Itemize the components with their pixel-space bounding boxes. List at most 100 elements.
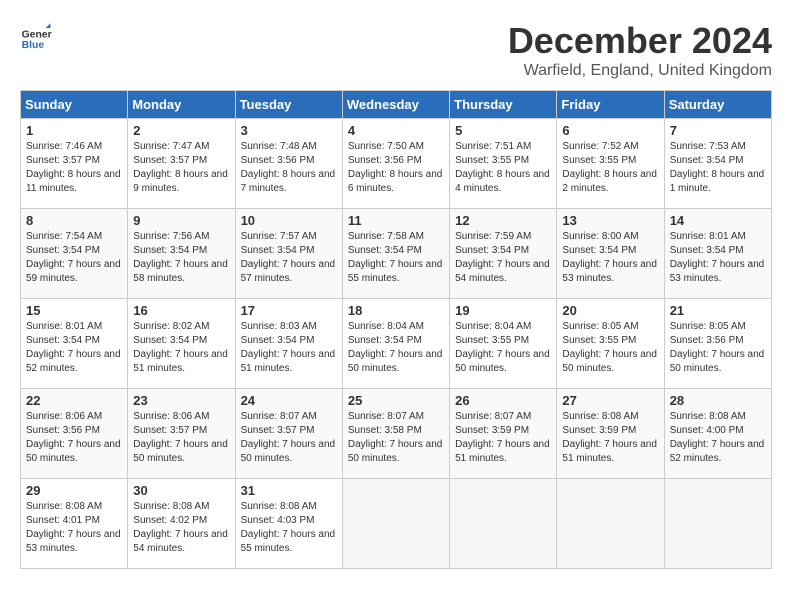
day-info: Sunrise: 8:06 AMSunset: 3:57 PMDaylight:… bbox=[133, 410, 229, 466]
calendar-cell: 23Sunrise: 8:06 AMSunset: 3:57 PMDayligh… bbox=[128, 389, 235, 479]
column-header-thursday: Thursday bbox=[450, 91, 557, 119]
week-row-3: 15 Sunrise: 8:01 AMSunset: 3:54 PMDayligh… bbox=[21, 299, 772, 389]
day-number: 15 bbox=[26, 303, 122, 318]
day-number: 16 bbox=[133, 303, 229, 318]
day-number: 30 bbox=[133, 483, 229, 498]
day-info: Sunrise: 8:07 AMSunset: 3:58 PMDaylight:… bbox=[348, 410, 444, 466]
calendar-cell: 8 Sunrise: 7:54 AMSunset: 3:54 PMDaylight… bbox=[21, 209, 128, 299]
week-row-5: 29Sunrise: 8:08 AMSunset: 4:01 PMDayligh… bbox=[21, 479, 772, 569]
day-info: Sunrise: 7:56 AMSunset: 3:54 PMDaylight:… bbox=[133, 230, 229, 286]
calendar-cell: 28 Sunrise: 8:08 AMSunset: 4:00 PMDayligh… bbox=[664, 389, 771, 479]
calendar-cell bbox=[342, 479, 449, 569]
day-info: Sunrise: 7:50 AMSunset: 3:56 PMDaylight:… bbox=[348, 140, 444, 196]
calendar-cell: 27 Sunrise: 8:08 AMSunset: 3:59 PMDayligh… bbox=[557, 389, 664, 479]
day-number: 9 bbox=[133, 213, 229, 228]
day-number: 24 bbox=[241, 393, 337, 408]
day-number: 8 bbox=[26, 213, 122, 228]
calendar-cell: 9 Sunrise: 7:56 AMSunset: 3:54 PMDaylight… bbox=[128, 209, 235, 299]
calendar-cell: 2 Sunrise: 7:47 AMSunset: 3:57 PMDaylight… bbox=[128, 119, 235, 209]
day-info: Sunrise: 8:00 AMSunset: 3:54 PMDaylight:… bbox=[562, 230, 658, 286]
day-info: Sunrise: 8:04 AMSunset: 3:54 PMDaylight:… bbox=[348, 320, 444, 376]
calendar-cell: 30 Sunrise: 8:08 AMSunset: 4:02 PMDayligh… bbox=[128, 479, 235, 569]
day-number: 4 bbox=[348, 123, 444, 138]
day-info: Sunrise: 7:52 AMSunset: 3:55 PMDaylight:… bbox=[562, 140, 658, 196]
calendar-cell: 29Sunrise: 8:08 AMSunset: 4:01 PMDayligh… bbox=[21, 479, 128, 569]
column-header-tuesday: Tuesday bbox=[235, 91, 342, 119]
day-number: 5 bbox=[455, 123, 551, 138]
day-number: 6 bbox=[562, 123, 658, 138]
day-info: Sunrise: 8:02 AMSunset: 3:54 PMDaylight:… bbox=[133, 320, 229, 376]
calendar-cell: 11Sunrise: 7:58 AMSunset: 3:54 PMDayligh… bbox=[342, 209, 449, 299]
day-number: 27 bbox=[562, 393, 658, 408]
day-info: Sunrise: 7:57 AMSunset: 3:54 PMDaylight:… bbox=[241, 230, 337, 286]
calendar-cell: 14 Sunrise: 8:01 AMSunset: 3:54 PMDayligh… bbox=[664, 209, 771, 299]
column-header-saturday: Saturday bbox=[664, 91, 771, 119]
day-number: 2 bbox=[133, 123, 229, 138]
calendar-cell: 3 Sunrise: 7:48 AMSunset: 3:56 PMDaylight… bbox=[235, 119, 342, 209]
calendar-cell: 7Sunrise: 7:53 AMSunset: 3:54 PMDaylight… bbox=[664, 119, 771, 209]
day-info: Sunrise: 8:04 AMSunset: 3:55 PMDaylight:… bbox=[455, 320, 551, 376]
calendar-table: SundayMondayTuesdayWednesdayThursdayFrid… bbox=[20, 90, 772, 569]
day-number: 14 bbox=[670, 213, 766, 228]
day-info: Sunrise: 7:59 AMSunset: 3:54 PMDaylight:… bbox=[455, 230, 551, 286]
day-number: 18 bbox=[348, 303, 444, 318]
logo-icon: General Blue bbox=[20, 20, 52, 52]
calendar-header-row: SundayMondayTuesdayWednesdayThursdayFrid… bbox=[21, 91, 772, 119]
calendar-cell: 25 Sunrise: 8:07 AMSunset: 3:58 PMDayligh… bbox=[342, 389, 449, 479]
day-number: 12 bbox=[455, 213, 551, 228]
calendar-cell: 1 Sunrise: 7:46 AMSunset: 3:57 PMDaylight… bbox=[21, 119, 128, 209]
calendar-cell: 5Sunrise: 7:51 AMSunset: 3:55 PMDaylight… bbox=[450, 119, 557, 209]
location: Warfield, England, United Kingdom bbox=[508, 62, 772, 80]
week-row-1: 1 Sunrise: 7:46 AMSunset: 3:57 PMDaylight… bbox=[21, 119, 772, 209]
day-info: Sunrise: 8:08 AMSunset: 3:59 PMDaylight:… bbox=[562, 410, 658, 466]
day-number: 10 bbox=[241, 213, 337, 228]
day-number: 28 bbox=[670, 393, 766, 408]
day-number: 17 bbox=[241, 303, 337, 318]
calendar-cell: 13 Sunrise: 8:00 AMSunset: 3:54 PMDayligh… bbox=[557, 209, 664, 299]
day-number: 25 bbox=[348, 393, 444, 408]
day-info: Sunrise: 7:46 AMSunset: 3:57 PMDaylight:… bbox=[26, 140, 122, 196]
calendar-cell: 18 Sunrise: 8:04 AMSunset: 3:54 PMDayligh… bbox=[342, 299, 449, 389]
day-number: 26 bbox=[455, 393, 551, 408]
day-info: Sunrise: 8:01 AMSunset: 3:54 PMDaylight:… bbox=[26, 320, 122, 376]
calendar-cell: 31 Sunrise: 8:08 AMSunset: 4:03 PMDayligh… bbox=[235, 479, 342, 569]
calendar-cell: 19 Sunrise: 8:04 AMSunset: 3:55 PMDayligh… bbox=[450, 299, 557, 389]
page-header: General Blue December 2024 Warfield, Eng… bbox=[20, 20, 772, 80]
day-info: Sunrise: 8:05 AMSunset: 3:56 PMDaylight:… bbox=[670, 320, 766, 376]
day-info: Sunrise: 8:08 AMSunset: 4:01 PMDaylight:… bbox=[26, 500, 122, 556]
day-number: 1 bbox=[26, 123, 122, 138]
column-header-sunday: Sunday bbox=[21, 91, 128, 119]
day-info: Sunrise: 8:03 AMSunset: 3:54 PMDaylight:… bbox=[241, 320, 337, 376]
calendar-cell: 20Sunrise: 8:05 AMSunset: 3:55 PMDayligh… bbox=[557, 299, 664, 389]
svg-text:General: General bbox=[22, 30, 52, 41]
day-info: Sunrise: 8:08 AMSunset: 4:03 PMDaylight:… bbox=[241, 500, 337, 556]
day-number: 11 bbox=[348, 213, 444, 228]
title-area: December 2024 Warfield, England, United … bbox=[508, 20, 772, 80]
day-number: 3 bbox=[241, 123, 337, 138]
column-header-monday: Monday bbox=[128, 91, 235, 119]
day-info: Sunrise: 8:08 AMSunset: 4:02 PMDaylight:… bbox=[133, 500, 229, 556]
calendar-cell bbox=[450, 479, 557, 569]
day-info: Sunrise: 8:06 AMSunset: 3:56 PMDaylight:… bbox=[26, 410, 122, 466]
calendar-cell: 6 Sunrise: 7:52 AMSunset: 3:55 PMDaylight… bbox=[557, 119, 664, 209]
calendar-cell: 24Sunrise: 8:07 AMSunset: 3:57 PMDayligh… bbox=[235, 389, 342, 479]
calendar-cell: 4 Sunrise: 7:50 AMSunset: 3:56 PMDaylight… bbox=[342, 119, 449, 209]
day-info: Sunrise: 8:08 AMSunset: 4:00 PMDaylight:… bbox=[670, 410, 766, 466]
calendar-cell: 16 Sunrise: 8:02 AMSunset: 3:54 PMDayligh… bbox=[128, 299, 235, 389]
day-info: Sunrise: 8:01 AMSunset: 3:54 PMDaylight:… bbox=[670, 230, 766, 286]
calendar-cell: 10 Sunrise: 7:57 AMSunset: 3:54 PMDayligh… bbox=[235, 209, 342, 299]
day-info: Sunrise: 7:48 AMSunset: 3:56 PMDaylight:… bbox=[241, 140, 337, 196]
day-info: Sunrise: 7:53 AMSunset: 3:54 PMDaylight:… bbox=[670, 140, 766, 196]
day-info: Sunrise: 7:47 AMSunset: 3:57 PMDaylight:… bbox=[133, 140, 229, 196]
svg-text:Blue: Blue bbox=[22, 40, 45, 51]
day-info: Sunrise: 7:54 AMSunset: 3:54 PMDaylight:… bbox=[26, 230, 122, 286]
week-row-2: 8 Sunrise: 7:54 AMSunset: 3:54 PMDaylight… bbox=[21, 209, 772, 299]
day-number: 31 bbox=[241, 483, 337, 498]
week-row-4: 22Sunrise: 8:06 AMSunset: 3:56 PMDayligh… bbox=[21, 389, 772, 479]
calendar-cell: 17 Sunrise: 8:03 AMSunset: 3:54 PMDayligh… bbox=[235, 299, 342, 389]
day-info: Sunrise: 8:05 AMSunset: 3:55 PMDaylight:… bbox=[562, 320, 658, 376]
day-number: 13 bbox=[562, 213, 658, 228]
column-header-friday: Friday bbox=[557, 91, 664, 119]
day-number: 19 bbox=[455, 303, 551, 318]
calendar-cell: 22Sunrise: 8:06 AMSunset: 3:56 PMDayligh… bbox=[21, 389, 128, 479]
